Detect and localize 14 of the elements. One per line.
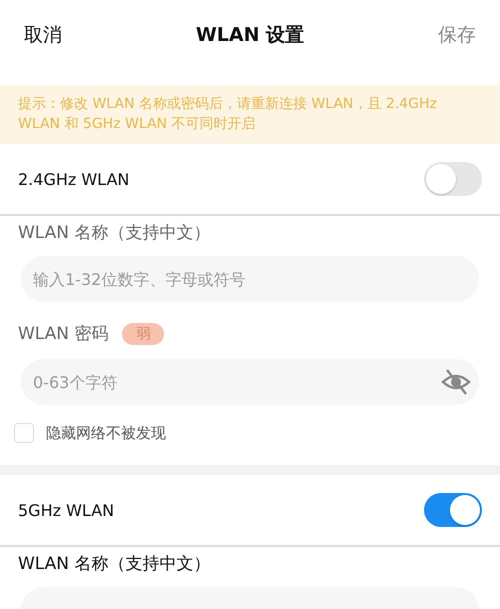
field-label: WLAN 密码 bbox=[18, 323, 108, 345]
toggle-switch[interactable] bbox=[424, 162, 482, 196]
cancel-button[interactable]: 取消 bbox=[24, 22, 62, 48]
band-label: 2.4GHz WLAN bbox=[18, 170, 130, 188]
band-label: 5GHz WLAN bbox=[18, 500, 114, 520]
checkbox[interactable] bbox=[14, 423, 34, 443]
page-title: WLAN 设置 bbox=[196, 23, 304, 48]
strength-badge: 弱 bbox=[122, 322, 164, 344]
field-label: WLAN 名称（支持中文） bbox=[17, 553, 212, 575]
field-label: WLAN 名称（支持中文） bbox=[17, 222, 212, 244]
notice-banner: 提示：修改 WLAN 名称或密码后，请重新连接 WLAN，且 2.4GHz WLAN 和 5GHz WLAN 不可同时开启 bbox=[0, 85, 500, 144]
checkbox-label: 隐藏网络不被发现 bbox=[46, 424, 166, 442]
eye-slash-icon[interactable] bbox=[441, 367, 471, 397]
toggle-switch[interactable] bbox=[424, 493, 482, 527]
